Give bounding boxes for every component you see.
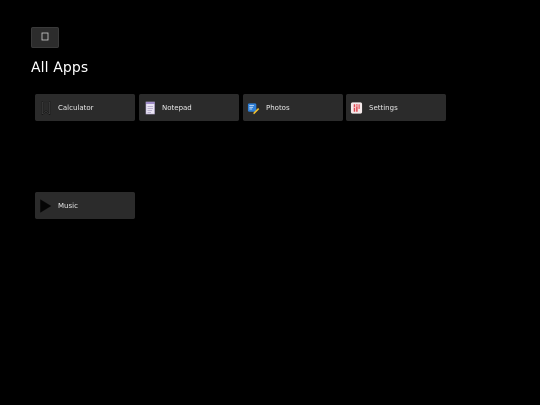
calculator-icon xyxy=(39,100,52,115)
app-tile-notepad[interactable]: Notepad xyxy=(139,94,239,121)
all-apps-page: All Apps Calculator Notepad Photos Setti… xyxy=(0,0,540,405)
app-label: Photos xyxy=(266,103,290,112)
notepad-icon xyxy=(143,101,156,115)
app-label: Calculator xyxy=(58,103,94,112)
photos-icon xyxy=(247,101,260,115)
music-icon xyxy=(39,198,52,213)
app-label: Settings xyxy=(369,103,398,112)
settings-icon xyxy=(350,101,363,115)
app-label: Notepad xyxy=(162,103,192,112)
app-tile-settings[interactable]: Settings xyxy=(346,94,446,121)
back-button[interactable] xyxy=(31,27,59,48)
app-tile-music[interactable]: Music xyxy=(35,192,135,219)
app-label: Music xyxy=(58,201,78,210)
app-tile-photos[interactable]: Photos xyxy=(243,94,343,121)
app-tile-calculator[interactable]: Calculator xyxy=(35,94,135,121)
page-title: All Apps xyxy=(31,60,89,76)
back-icon xyxy=(41,32,49,43)
